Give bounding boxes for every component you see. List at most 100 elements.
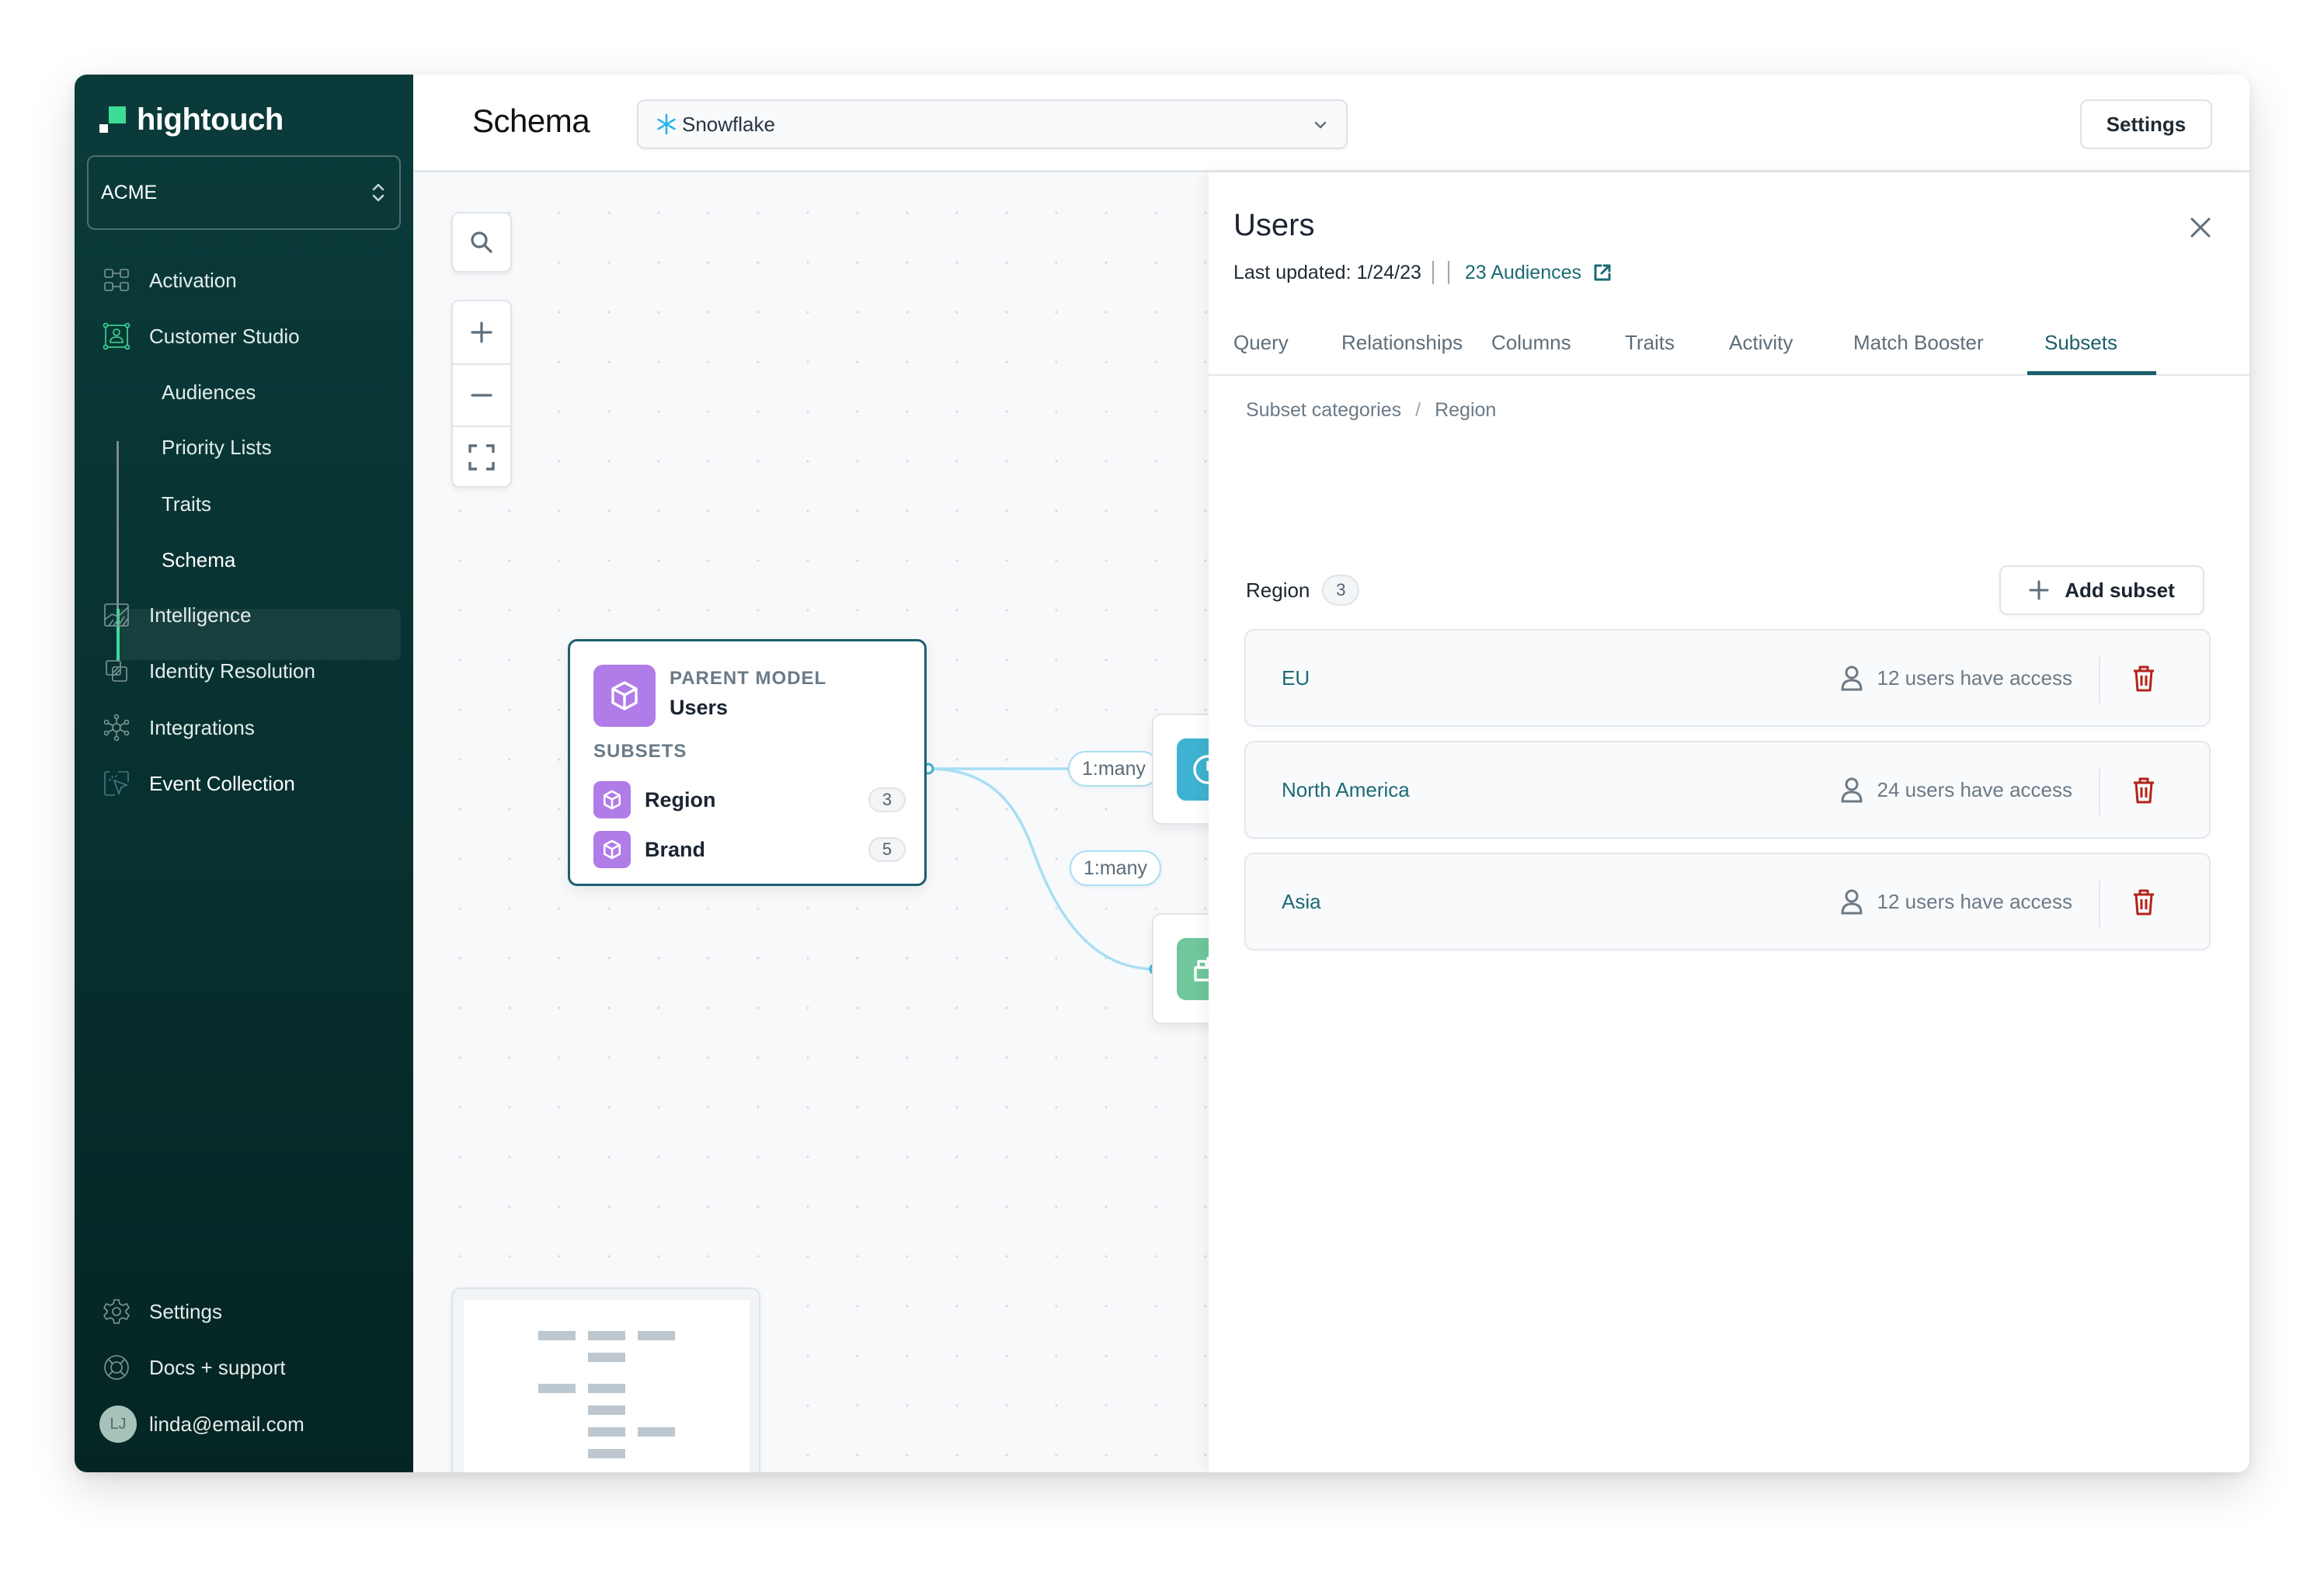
access-count: 12 users have access xyxy=(1877,889,2072,913)
source-value: Snowflake xyxy=(682,112,775,136)
model-icon xyxy=(1177,938,1209,1000)
trash-icon[interactable] xyxy=(2131,777,2156,804)
sidebar-item-integrations[interactable]: Integrations xyxy=(75,703,413,752)
parent-model-label: PARENT MODEL xyxy=(670,668,827,689)
category-name: Region xyxy=(1246,578,1310,602)
subset-row[interactable]: Asia 12 users have access xyxy=(1244,853,2211,950)
sidebar-item-traits[interactable]: Traits xyxy=(75,479,413,529)
cube-icon xyxy=(593,665,656,727)
lifebuoy-icon xyxy=(104,1355,129,1380)
settings-label: Settings xyxy=(149,1299,222,1323)
sidebar-item-priority-lists[interactable]: Priority Lists xyxy=(75,422,413,472)
breadcrumb-subset-categories[interactable]: Subset categories xyxy=(1246,399,1401,422)
access-count: 24 users have access xyxy=(1877,777,2072,801)
tab-traits[interactable]: Traits xyxy=(1625,331,1675,355)
sidebar-item-schema[interactable]: Schema xyxy=(75,535,413,585)
sidebar-item-identity-resolution[interactable]: Identity Resolution xyxy=(75,646,413,696)
subset-row[interactable]: North America 24 users have access xyxy=(1244,741,2211,839)
snowflake-icon xyxy=(657,113,676,135)
category-header: Region 3 xyxy=(1246,575,1360,606)
user-icon xyxy=(1841,889,1863,915)
tab-query[interactable]: Query xyxy=(1233,331,1289,355)
page-title: Schema xyxy=(472,103,590,139)
sidebar-item-intelligence[interactable]: Intelligence xyxy=(75,590,413,640)
workspace-name: ACME xyxy=(101,181,158,203)
sidebar-item-label: Event Collection xyxy=(149,771,295,795)
subset-item-region[interactable]: Region 3 xyxy=(593,781,906,818)
edge-label[interactable]: 1:many xyxy=(1068,751,1160,787)
plus-icon xyxy=(471,321,492,343)
tab-subsets[interactable]: Subsets xyxy=(2044,331,2117,355)
sidebar-item-audiences[interactable]: Audiences xyxy=(75,367,413,417)
sidebar-docs-support[interactable]: Docs + support xyxy=(75,1343,413,1392)
related-model-card[interactable] xyxy=(1152,913,1209,1024)
active-tab-indicator xyxy=(2027,371,2156,375)
source-select[interactable]: Snowflake xyxy=(637,99,1348,149)
sidebar-item-label: Customer Studio xyxy=(149,324,300,348)
add-subset-button[interactable]: Add subset xyxy=(1999,565,2204,615)
add-subset-label: Add subset xyxy=(2065,578,2175,602)
subset-name: Region xyxy=(645,787,716,811)
avatar: LJ xyxy=(99,1406,137,1443)
customer-studio-icon xyxy=(103,322,130,350)
plus-icon xyxy=(2029,580,2049,600)
sidebar-item-label: Priority Lists xyxy=(162,435,272,459)
user-icon xyxy=(1841,777,1863,803)
user-menu[interactable]: LJ linda@email.com xyxy=(75,1399,413,1449)
minimap[interactable] xyxy=(451,1287,760,1472)
hightouch-logo-icon xyxy=(99,106,126,133)
breadcrumb-separator: / xyxy=(1415,399,1421,421)
sidebar-item-activation[interactable]: Activation xyxy=(75,255,413,305)
external-link-icon[interactable] xyxy=(1592,262,1613,283)
gear-icon xyxy=(103,1299,130,1324)
sidebar-item-label: Schema xyxy=(162,547,236,572)
tab-activity[interactable]: Activity xyxy=(1729,331,1793,355)
user-email: linda@email.com xyxy=(149,1412,304,1436)
parent-model-card[interactable]: PARENT MODEL Users SUBSETS Region 3 Bran… xyxy=(568,639,927,886)
divider xyxy=(1432,261,1434,284)
related-model-card[interactable] xyxy=(1152,714,1209,825)
tab-match-booster[interactable]: Match Booster xyxy=(1853,331,1984,355)
chevron-down-icon xyxy=(1314,121,1327,129)
schema-canvas[interactable]: 1:many 1:many PARENT MODEL Users SUBSETS… xyxy=(413,172,1209,1472)
parent-model-name: Users xyxy=(670,696,729,719)
sidebar: hightouch ACME Activation Customer Studi… xyxy=(75,75,413,1472)
event-model-icon xyxy=(1177,738,1209,801)
cube-icon xyxy=(593,831,631,868)
tab-relationships[interactable]: Relationships xyxy=(1341,331,1463,355)
sidebar-settings[interactable]: Settings xyxy=(75,1287,413,1336)
subset-count: 3 xyxy=(868,787,906,812)
zoom-in-button[interactable] xyxy=(453,301,510,363)
trash-icon[interactable] xyxy=(2131,888,2156,916)
sidebar-item-label: Traits xyxy=(162,492,212,516)
audiences-link[interactable]: 23 Audiences xyxy=(1465,262,1581,284)
sidebar-item-customer-studio[interactable]: Customer Studio xyxy=(75,311,413,361)
integrations-icon xyxy=(103,714,130,742)
minus-icon xyxy=(471,394,492,397)
canvas-search-button[interactable] xyxy=(451,212,512,273)
user-icon xyxy=(1841,665,1863,691)
cube-icon xyxy=(593,781,631,818)
category-count-badge: 3 xyxy=(1322,575,1360,606)
trash-icon[interactable] xyxy=(2131,665,2156,693)
subset-row[interactable]: EU 12 users have access xyxy=(1244,629,2211,727)
settings-button[interactable]: Settings xyxy=(2080,99,2212,149)
tab-columns[interactable]: Columns xyxy=(1491,331,1571,355)
zoom-out-button[interactable] xyxy=(453,363,510,426)
fit-view-button[interactable] xyxy=(453,426,510,488)
subset-item-brand[interactable]: Brand 5 xyxy=(593,831,906,868)
breadcrumb-region: Region xyxy=(1435,399,1497,421)
divider xyxy=(1447,261,1449,284)
model-details-panel: Users Last updated: 1/24/23 23 Audiences… xyxy=(1209,172,2249,1472)
workspace-select[interactable]: ACME xyxy=(87,155,401,230)
top-header: Schema Snowflake Settings xyxy=(413,75,2249,172)
subset-count: 5 xyxy=(868,837,906,862)
edge-label[interactable]: 1:many xyxy=(1070,850,1161,886)
close-icon[interactable] xyxy=(2187,214,2214,241)
zoom-controls xyxy=(451,300,512,488)
sidebar-item-event-collection[interactable]: Event Collection xyxy=(75,759,413,808)
docs-support-label: Docs + support xyxy=(149,1355,286,1379)
access-count: 12 users have access xyxy=(1877,665,2072,690)
brand-logo[interactable]: hightouch xyxy=(99,96,284,143)
sidebar-item-label: Activation xyxy=(149,268,237,292)
